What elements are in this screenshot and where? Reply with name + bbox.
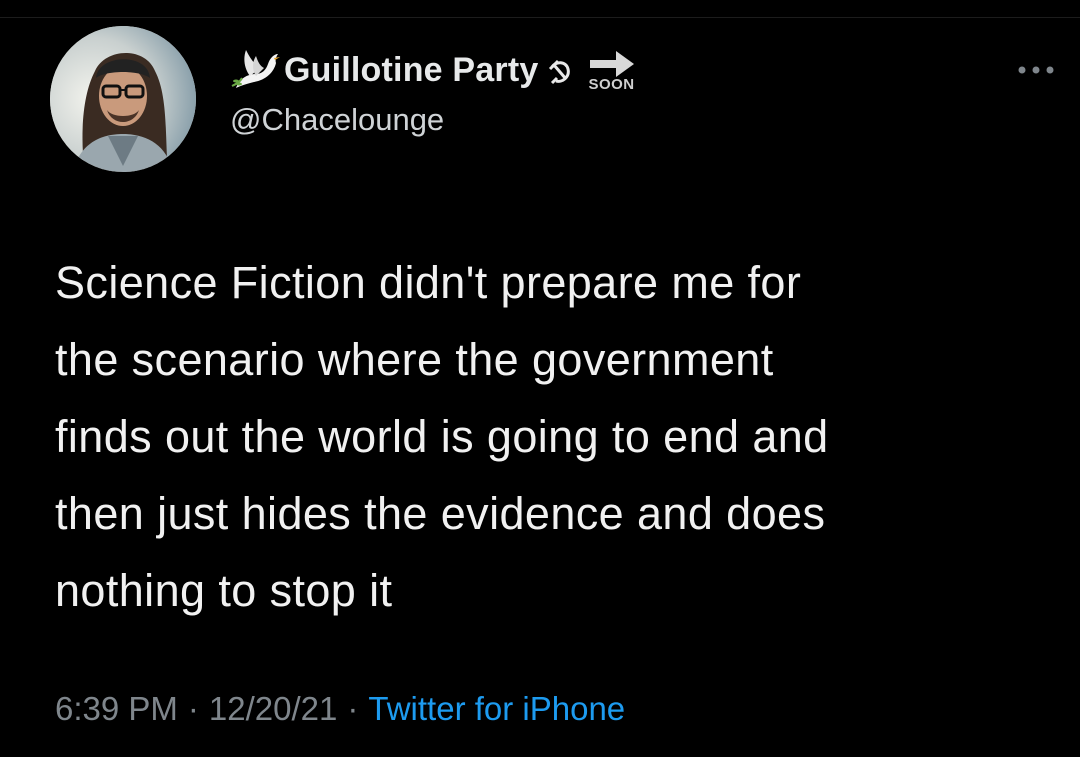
- more-options-icon[interactable]: [1014, 60, 1058, 80]
- dove-icon: [231, 50, 280, 88]
- name-row: Guillotine Party SOON: [230, 46, 644, 94]
- display-name[interactable]: Guillotine Party: [284, 51, 538, 90]
- soon-sign: SOON: [582, 49, 644, 99]
- hammer-sickle-icon: [549, 59, 571, 85]
- meta-separator: ·: [187, 690, 199, 727]
- handle[interactable]: @Chacelounge: [230, 102, 644, 138]
- tweet-text: Science Fiction didn't prepare me for th…: [55, 257, 829, 616]
- tweet-source-link[interactable]: Twitter for iPhone: [368, 690, 625, 727]
- soon-text: SOON: [588, 76, 635, 93]
- avatar[interactable]: [50, 26, 196, 172]
- top-divider: [0, 17, 1080, 18]
- avatar-photo: [50, 26, 196, 172]
- tweet-header: Guillotine Party SOON @Chacelounge: [230, 46, 644, 166]
- tweet-meta: 6:39 PM · 12/20/21 · Twitter for iPhone: [55, 690, 625, 728]
- tweet-date[interactable]: 12/20/21: [209, 690, 337, 727]
- arrow-right-icon: [590, 51, 635, 77]
- tweet-time[interactable]: 6:39 PM: [55, 690, 178, 727]
- meta-separator: ·: [347, 690, 359, 727]
